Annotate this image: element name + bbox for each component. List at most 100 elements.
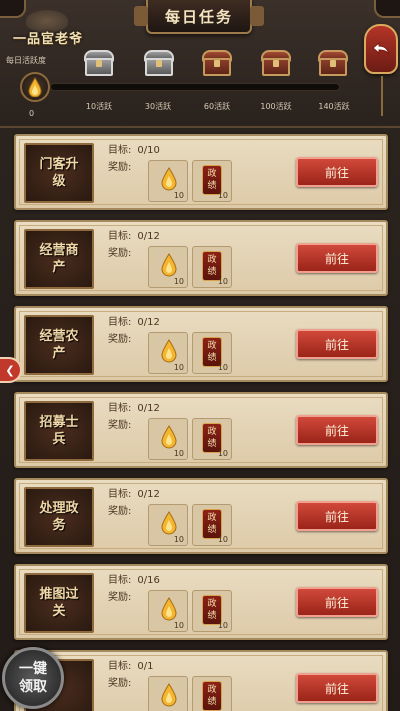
claim-all-button[interactable]: 一键领取 [2, 647, 64, 709]
activity-progress-bar [50, 83, 340, 91]
reward-label: 奖励: [108, 334, 132, 345]
flame-drop-icon [161, 597, 177, 621]
page-title: 每日任务 [164, 7, 233, 26]
flame-drop-icon [28, 77, 42, 97]
goal-label: 目标: [108, 231, 132, 242]
task-goal: 目标: 0/12 [108, 227, 160, 242]
reward-label: 奖励: [108, 420, 132, 431]
task-name: 经营农产 [39, 329, 79, 361]
tier-chest-4[interactable] [259, 48, 293, 78]
reward-merit-count: 10 [217, 621, 228, 630]
reward-drop-count: 10 [173, 449, 184, 458]
task-name: 招募士兵 [39, 415, 79, 447]
go-button[interactable]: 前往 [296, 329, 378, 359]
flame-drop-icon [161, 339, 177, 363]
reward-drop-slot[interactable]: 10 [148, 504, 188, 546]
page-title-plaque: 每日任务 [134, 0, 264, 34]
task-icon-plaque: 招募士兵 [24, 401, 94, 461]
goal-label: 目标: [108, 575, 132, 586]
go-button[interactable]: 前往 [296, 243, 378, 273]
tier-chest-5[interactable] [316, 48, 350, 78]
reward-merit-count: 10 [217, 277, 228, 286]
task-goal: 目标: 0/12 [108, 399, 160, 414]
go-button[interactable]: 前往 [296, 157, 378, 187]
tier-chest-2[interactable] [142, 48, 176, 78]
flame-drop-icon [161, 511, 177, 535]
reward-label: 奖励: [108, 592, 132, 603]
activity-label: 每日活跃度 [6, 56, 46, 65]
task-name: 推图过关 [39, 587, 79, 619]
task-icon-plaque: 经营农产 [24, 315, 94, 375]
goal-value: 0/12 [137, 317, 160, 328]
back-arrow-icon [372, 41, 390, 56]
flame-drop-icon [161, 253, 177, 277]
goal-value: 0/16 [137, 575, 160, 586]
claim-all-label: 一键领取 [19, 661, 47, 695]
goal-label: 目标: [108, 403, 132, 414]
goal-label: 目标: [108, 661, 132, 672]
task-card: 处理政务 目标: 0/12 奖励: 10 政绩 10 前往 [14, 478, 388, 554]
flame-drop-icon [161, 425, 177, 449]
task-card: 经营商产 目标: 0/12 奖励: 10 政绩 10 前往 [14, 220, 388, 296]
reward-drop-slot[interactable]: 10 [148, 590, 188, 632]
goal-value: 0/12 [137, 403, 160, 414]
reward-label: 奖励: [108, 162, 132, 173]
header: 每日任务 一品宦老爷 每日活跃度 0 10活跃 30活跃 60活跃 100活跃 … [0, 0, 400, 128]
reward-merit-slot[interactable]: 政绩 [192, 676, 232, 711]
task-card: 推图过关 目标: 0/16 奖励: 10 政绩 10 前往 [14, 564, 388, 640]
activity-badge [20, 72, 50, 102]
task-card: 目标: 0/1 奖励: 政绩 前往 [14, 650, 388, 711]
tier-label-2: 30活跃 [144, 102, 172, 111]
tier-chest-1[interactable] [82, 48, 116, 78]
task-goal: 目标: 0/12 [108, 313, 160, 328]
reward-drop-slot[interactable]: 10 [148, 160, 188, 202]
goal-label: 目标: [108, 145, 132, 156]
flame-drop-icon [161, 683, 177, 707]
goal-label: 目标: [108, 317, 132, 328]
go-button[interactable]: 前往 [296, 587, 378, 617]
reward-merit-slot[interactable]: 政绩 10 [192, 504, 232, 546]
task-goal: 目标: 0/16 [108, 571, 160, 586]
reward-drop-count: 10 [173, 277, 184, 286]
corner-ornament-right [374, 0, 400, 18]
task-icon-plaque: 门客升级 [24, 143, 94, 203]
reward-merit-slot[interactable]: 政绩 10 [192, 418, 232, 460]
go-button[interactable]: 前往 [296, 501, 378, 531]
tier-label-1: 10活跃 [85, 102, 113, 111]
goal-value: 0/10 [137, 145, 160, 156]
back-button[interactable] [364, 24, 398, 116]
reward-drop-slot[interactable]: 10 [148, 418, 188, 460]
reward-drop-slot[interactable]: 10 [148, 246, 188, 288]
task-name: 门客升级 [39, 157, 79, 189]
task-card: 招募士兵 目标: 0/12 奖励: 10 政绩 10 前往 [14, 392, 388, 468]
flame-drop-icon [161, 167, 177, 191]
task-icon-plaque: 推图过关 [24, 573, 94, 633]
reward-drop-slot[interactable] [148, 676, 188, 711]
reward-merit-slot[interactable]: 政绩 10 [192, 332, 232, 374]
goal-value: 0/12 [137, 489, 160, 500]
task-goal: 目标: 0/1 [108, 657, 153, 672]
merit-icon: 政绩 [202, 681, 222, 711]
corner-ornament-left [0, 0, 26, 18]
reward-drop-count: 10 [173, 191, 184, 200]
activity-value: 0 [29, 109, 35, 118]
task-list[interactable]: 门客升级 目标: 0/10 奖励: 10 政绩 10 前往 经营商产 目标: 0/12 奖励: 10 政绩… [0, 132, 400, 711]
tier-chest-3[interactable] [200, 48, 234, 78]
goal-value: 0/12 [137, 231, 160, 242]
reward-merit-slot[interactable]: 政绩 10 [192, 246, 232, 288]
reward-drop-slot[interactable]: 10 [148, 332, 188, 374]
reward-label: 奖励: [108, 248, 132, 259]
go-button[interactable]: 前往 [296, 415, 378, 445]
go-button[interactable]: 前往 [296, 673, 378, 703]
reward-drop-count: 10 [173, 363, 184, 372]
tier-label-5: 140活跃 [318, 102, 350, 111]
reward-merit-count: 10 [217, 191, 228, 200]
task-name: 经营商产 [39, 243, 79, 275]
tier-label-3: 60活跃 [203, 102, 231, 111]
reward-merit-count: 10 [217, 363, 228, 372]
reward-merit-slot[interactable]: 政绩 10 [192, 590, 232, 632]
reward-merit-slot[interactable]: 政绩 10 [192, 160, 232, 202]
goal-value: 0/1 [137, 661, 154, 672]
daily-tasks-screen: 每日任务 一品宦老爷 每日活跃度 0 10活跃 30活跃 60活跃 100活跃 … [0, 0, 400, 711]
task-card: 门客升级 目标: 0/10 奖励: 10 政绩 10 前往 [14, 134, 388, 210]
